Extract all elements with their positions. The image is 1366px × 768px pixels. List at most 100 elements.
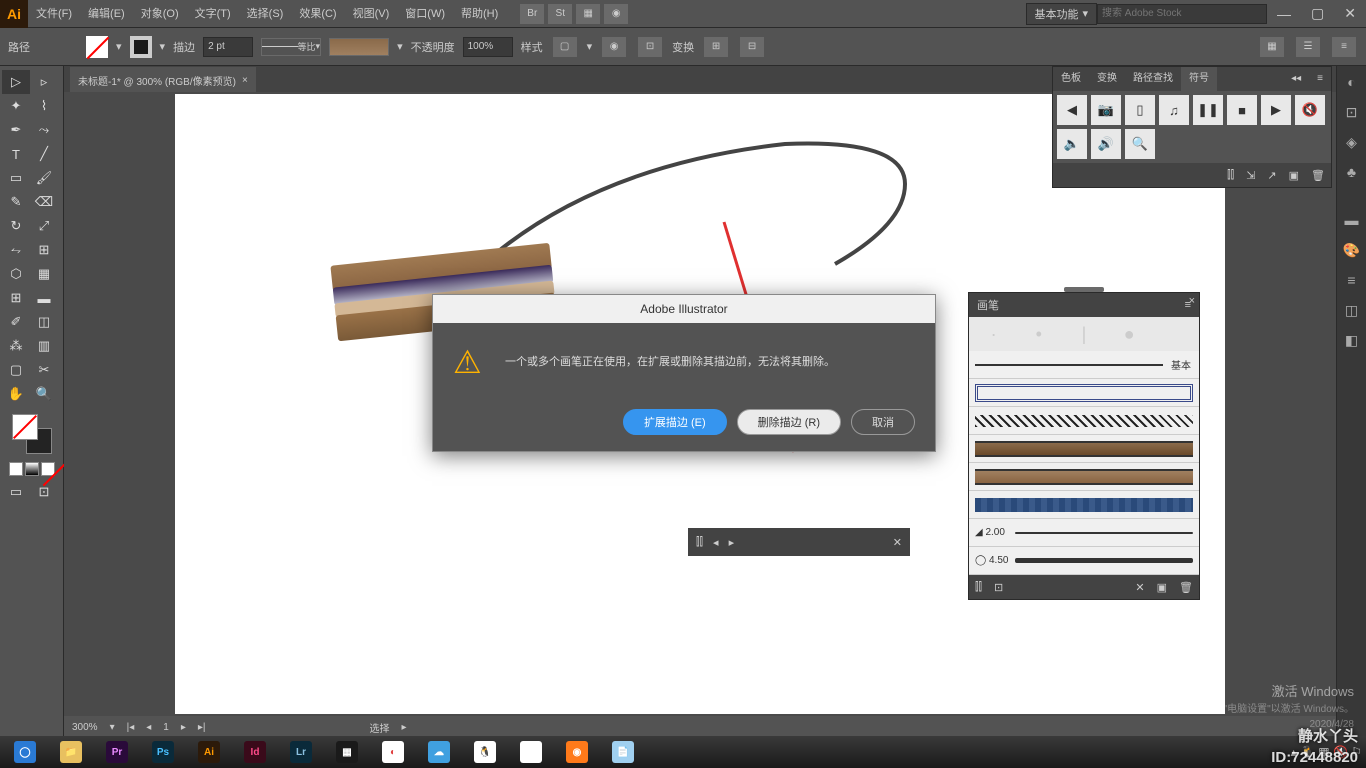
library-icon[interactable]: ⫿⫿ [696,536,703,549]
rectangle-tool[interactable]: ▭ [2,166,30,190]
next-icon[interactable]: ▸ [729,536,735,549]
symbol-play[interactable]: ▶ [1261,95,1291,125]
profile-dropdown[interactable]: 等比 ▾ [261,38,321,56]
nav-first[interactable]: |◂ [127,722,135,733]
brush-basic[interactable]: 基本 [969,351,1199,379]
shaper-tool[interactable]: ✎ [2,190,30,214]
blend-tool[interactable]: ◫ [30,310,58,334]
symbol-pause[interactable]: ❚❚ [1193,95,1223,125]
panel-close-icon[interactable]: × [1189,295,1195,307]
scale-tool[interactable]: ⤢ [30,214,58,238]
zoom-level[interactable]: 300% [72,722,98,733]
width-tool[interactable]: ⥊ [2,238,30,262]
eyedropper-tool[interactable]: ✐ [2,310,30,334]
preview-icon[interactable]: ◉ [604,4,628,24]
taskbar-premiere[interactable]: Pr [96,738,138,766]
mesh-tool[interactable]: ⊞ [2,286,30,310]
panel-grid-icon[interactable]: ▦ [1260,37,1284,57]
window-minimize[interactable]: — [1267,6,1301,22]
lasso-tool[interactable]: ⌇ [30,94,58,118]
nav-last[interactable]: ▸| [198,722,206,733]
symbol-sprayer[interactable]: ⁂ [2,334,30,358]
symbol-stop[interactable]: ■ [1227,95,1257,125]
shape-icon[interactable]: ⊞ [704,37,728,57]
brush-blue[interactable] [969,491,1199,519]
document-tab[interactable]: 未标题-1* @ 300% (RGB/像素预览) × [70,67,256,92]
menu-edit[interactable]: 编辑(E) [80,0,133,28]
menu-window[interactable]: 窗口(W) [397,0,453,28]
symbol-back[interactable]: ◀ [1057,95,1087,125]
taskbar-notepad[interactable]: 📄 [602,738,644,766]
menu-select[interactable]: 选择(S) [239,0,292,28]
trash-icon[interactable]: 🗑 [1311,169,1325,182]
brush-options-icon[interactable]: ⊡ [994,581,1003,594]
symbol-camera[interactable]: 📷 [1091,95,1121,125]
bridge-icon[interactable]: Br [520,4,544,24]
workspace-dropdown[interactable]: 基本功能 ▾ [1026,3,1098,25]
symbol-film[interactable]: ▯ [1125,95,1155,125]
stroke-icon[interactable]: ≡ [1340,268,1364,292]
symbol-search[interactable]: 🔍 [1125,129,1155,159]
menu-object[interactable]: 对象(O) [133,0,187,28]
gradient-icon[interactable]: ◫ [1340,298,1364,322]
panel-menu[interactable]: ≡ [1309,67,1331,91]
search-input[interactable] [1097,4,1267,24]
taskbar-chrome[interactable]: ◉ [510,738,552,766]
cancel-button[interactable]: 取消 [851,409,915,435]
brush-border[interactable] [969,379,1199,407]
direct-select-tool[interactable]: ▹ [30,70,58,94]
break-link-icon[interactable]: ⇲ [1246,169,1255,182]
window-maximize[interactable]: ▢ [1301,5,1334,22]
menu-view[interactable]: 视图(V) [345,0,398,28]
taskbar-app2[interactable]: ◐ [372,738,414,766]
taskbar-photoshop[interactable]: Ps [142,738,184,766]
shape-builder[interactable]: ⬡ [2,262,30,286]
hand-tool[interactable]: ✋ [2,382,30,406]
tab-symbols[interactable]: 符号 [1181,67,1217,91]
brush-dot-5[interactable] [1154,321,1195,347]
taskbar-qq[interactable]: 🐧 [464,738,506,766]
gradient-tool[interactable]: ▬ [30,286,58,310]
taskbar-illustrator[interactable]: Ai [188,738,230,766]
symbol-vol-low[interactable]: 🔈 [1057,129,1087,159]
opacity-value[interactable] [463,37,513,57]
brush-dot-4[interactable]: ● [1109,321,1150,347]
stock-icon[interactable]: St [548,4,572,24]
artboard-tool[interactable]: ▢ [2,358,30,382]
brush-wavy[interactable] [969,407,1199,435]
isolate-icon[interactable]: ⊟ [740,37,764,57]
panel-collapse[interactable]: ◂◂ [1283,67,1309,91]
tab-transform[interactable]: 变换 [1089,67,1125,91]
graph-tool[interactable]: ▥ [30,334,58,358]
perspective-tool[interactable]: ▦ [30,262,58,286]
symbols-icon[interactable]: ♣ [1340,160,1364,184]
stroke-swatch[interactable] [130,36,152,58]
swatches-icon[interactable]: 🎨 [1340,238,1364,262]
brush-trash-icon[interactable]: 🗑 [1179,581,1193,594]
menu-file[interactable]: 文件(F) [28,0,80,28]
brush-tool[interactable]: 🖌 [30,166,58,190]
fill-stroke-indicator[interactable] [12,414,52,454]
fill-swatch[interactable] [86,36,108,58]
delete-icon[interactable]: ✕ [893,536,902,549]
symbol-mute[interactable]: 🔇 [1295,95,1325,125]
menu-help[interactable]: 帮助(H) [453,0,506,28]
color-icon[interactable]: ▬ [1340,208,1364,232]
curvature-tool[interactable]: ⤳ [30,118,58,142]
align-icon[interactable]: ⊡ [638,37,662,57]
eraser-tool[interactable]: ⌫ [30,190,58,214]
brush-dot-3[interactable]: | [1063,321,1104,347]
selection-tool[interactable]: ▷ [2,70,30,94]
library-menu-icon[interactable]: ⫿⫿ [1227,169,1234,182]
line-tool[interactable]: ╱ [30,142,58,166]
nav-prev[interactable]: ◂ [146,722,151,733]
prev-icon[interactable]: ◂ [713,536,719,549]
free-transform[interactable]: ⊞ [30,238,58,262]
screen-mode[interactable]: ▭ [2,480,30,504]
brush-remove-icon[interactable]: ✕ [1135,581,1144,594]
symbol-music[interactable]: ♫ [1159,95,1189,125]
brush-rail2[interactable] [969,463,1199,491]
new-symbol-icon[interactable]: ▣ [1289,169,1299,182]
taskbar-lightroom[interactable]: Lr [280,738,322,766]
menu-effect[interactable]: 效果(C) [291,0,344,28]
